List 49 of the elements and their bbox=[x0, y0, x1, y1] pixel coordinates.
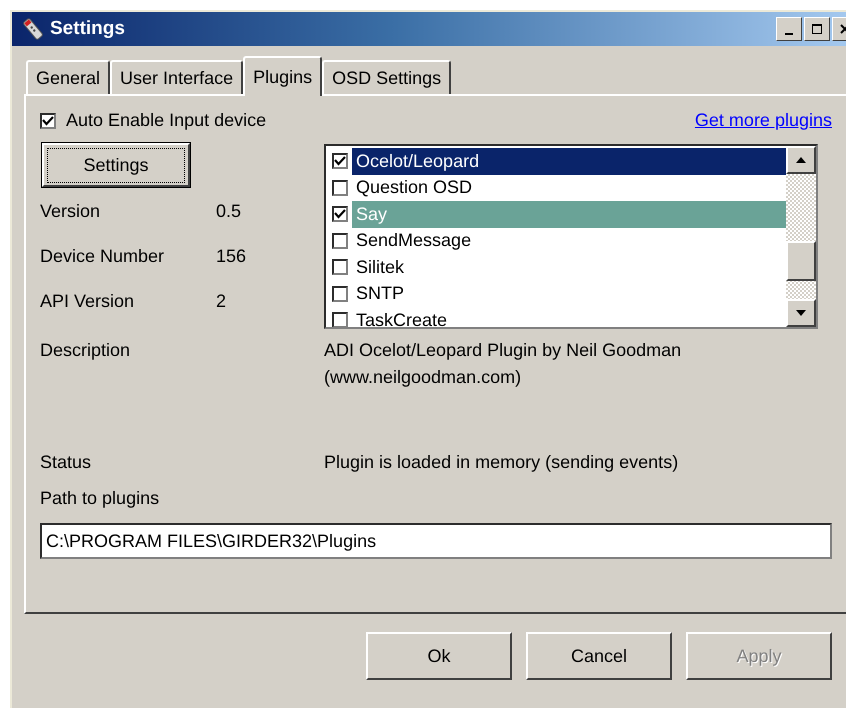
status-text: Plugin is loaded in memory (sending events) bbox=[324, 451, 680, 474]
scrollbar[interactable] bbox=[786, 146, 816, 327]
field-label: Path to plugins bbox=[40, 488, 160, 509]
list-item[interactable]: Silitek bbox=[352, 254, 786, 280]
field-value: 0.5 bbox=[216, 201, 242, 222]
checkbox[interactable] bbox=[332, 206, 348, 222]
settings-button[interactable]: Settings bbox=[42, 143, 190, 187]
scroll-thumb[interactable] bbox=[786, 241, 816, 281]
field-label: Description bbox=[40, 339, 132, 362]
down-arrow-icon bbox=[795, 309, 807, 317]
maximize-icon bbox=[811, 23, 823, 35]
checkbox[interactable] bbox=[332, 286, 348, 302]
field-value: 2 bbox=[216, 291, 226, 312]
checkmark-icon bbox=[334, 155, 346, 168]
list-item[interactable]: SNTP bbox=[352, 280, 786, 307]
checkmark-icon bbox=[334, 208, 346, 220]
dialog-button[interactable]: Ok bbox=[366, 632, 512, 680]
tab[interactable]: OSD Settings bbox=[322, 60, 452, 94]
list-item[interactable]: Ocelot/Leopard bbox=[352, 148, 786, 174]
description-text: ADI Ocelot/Leopard Plugin by Neil Goodman (www.neilgoodman.com) bbox=[324, 339, 682, 389]
list-item[interactable]: TaskCreate bbox=[352, 307, 786, 327]
field-label: Device Number bbox=[40, 246, 166, 267]
dialog-button[interactable]: Cancel bbox=[526, 632, 672, 680]
tab[interactable]: User Interface bbox=[110, 60, 244, 94]
scroll-up-button[interactable] bbox=[786, 146, 816, 174]
checkbox-label: Auto Enable Input device bbox=[66, 110, 266, 131]
checkbox[interactable] bbox=[332, 180, 348, 196]
window-title: Settings bbox=[50, 18, 125, 40]
more-plugins-link[interactable]: Get more plugins bbox=[694, 110, 832, 131]
checkbox[interactable] bbox=[332, 153, 348, 170]
maximize-button[interactable] bbox=[804, 17, 830, 41]
list-item[interactable]: SendMessage bbox=[352, 228, 786, 254]
checkbox[interactable] bbox=[332, 312, 348, 327]
path-field[interactable]: C:\PROGRAM FILES\GIRDER32\Plugins bbox=[40, 523, 832, 559]
checkbox[interactable] bbox=[332, 259, 348, 276]
list-item[interactable]: Question OSD bbox=[352, 174, 786, 201]
up-arrow-icon bbox=[795, 156, 807, 164]
field-label: Status bbox=[40, 451, 92, 474]
tab[interactable]: Plugins bbox=[243, 56, 322, 96]
checkmark-icon bbox=[42, 114, 54, 126]
checkbox[interactable] bbox=[332, 232, 348, 249]
tab[interactable]: General bbox=[26, 60, 110, 94]
field-label: Version bbox=[40, 201, 102, 222]
field-label: API Version bbox=[40, 291, 136, 312]
minimize-button[interactable] bbox=[776, 17, 802, 41]
scroll-down-button[interactable] bbox=[786, 299, 816, 327]
field-value: 156 bbox=[216, 246, 246, 267]
checkbox[interactable] bbox=[40, 112, 56, 128]
minimize-icon bbox=[785, 32, 793, 34]
